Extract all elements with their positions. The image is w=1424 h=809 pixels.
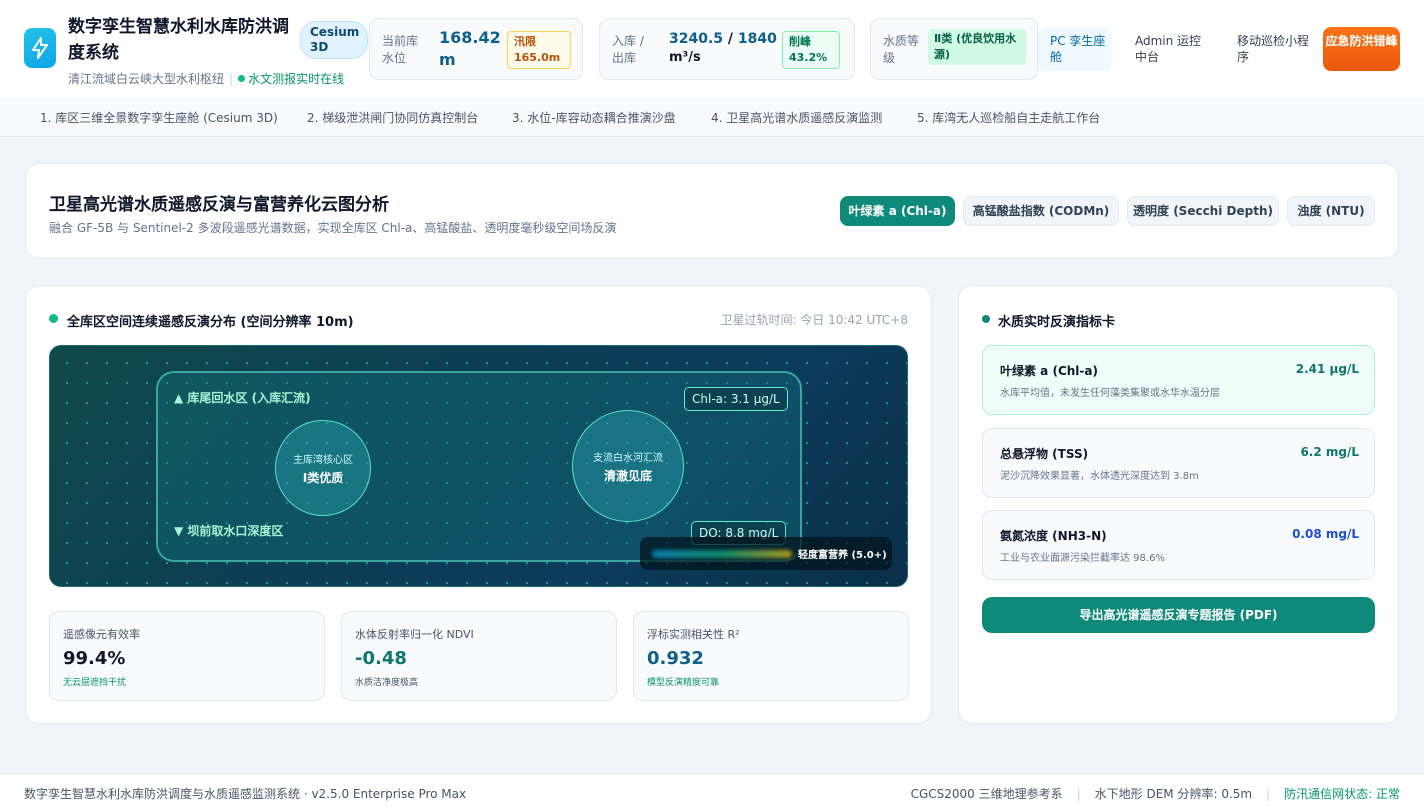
indicator-section-dot-icon <box>982 315 990 323</box>
metric-note: 模型反演精度可靠 <box>647 678 720 688</box>
core-bay-zone[interactable]: 主库湾核心区 Ⅰ类优质 <box>275 420 371 516</box>
metric-label: 水体反射率归一化 NDVI <box>355 628 474 641</box>
flood-limit-badge: 汛限 165.0m <box>507 31 571 69</box>
legend-gradient-bar <box>652 550 792 558</box>
tributary-grade: 清澈见底 <box>603 468 652 483</box>
footer-crs: CGCS2000 三维地理参考系 <box>910 787 1063 801</box>
metric-ndvi: 水体反射率归一化 NDVI -0.48 水质洁净度极高 <box>341 611 617 701</box>
pc-cockpit-link[interactable]: PC 孪生座舱 <box>1038 27 1111 71</box>
indicator-section-title: 水质实时反演指标卡 <box>998 315 1116 330</box>
metric-pixel-validity: 遥感像元有效率 99.4% 无云层遮挡干扰 <box>49 611 325 701</box>
indicator-name: 叶绿素 a (Chl-a) <box>1000 364 1098 378</box>
metric-buoy-correlation: 浮标实测相关性 R² 0.932 模型反演精度可靠 <box>633 611 909 701</box>
tab-gate-control[interactable]: 2. 梯级泄洪闸门协同仿真控制台 <box>307 109 478 126</box>
quality-label: 水质等级 <box>883 34 920 65</box>
core-bay-label: 主库湾核心区 <box>293 454 353 466</box>
indicator-desc: 泥沙沉降效果显著，水体透光深度达到 3.8m <box>1000 471 1199 482</box>
metric-value: -0.48 <box>355 648 407 669</box>
water-level-card: 当前库水位 168.42 m 汛限 165.0m <box>369 18 583 80</box>
water-level-value: 168.42 m <box>439 28 501 69</box>
metric-note: 无云层遮挡干扰 <box>63 678 127 688</box>
lightning-logo-icon <box>24 28 56 68</box>
metric-label: 遥感像元有效率 <box>63 628 140 641</box>
mobile-inspection-link[interactable]: 移动巡检小程序 <box>1237 33 1309 65</box>
analysis-title: 卫星高光谱水质遥感反演与富营养化云图分析 <box>49 195 389 215</box>
live-status: 水文测报实时在线 <box>248 72 345 86</box>
indicator-card-nh3n[interactable]: 氨氮浓度 (NH3-N) 0.08 mg/L 工业与农业面源污染拦截率达 98.… <box>982 510 1375 580</box>
footer-dem: 水下地形 DEM 分辨率: 0.5m <box>1094 787 1253 801</box>
remote-sensing-map[interactable]: ▲ 库尾回水区 (入库汇流) ▼ 坝前取水口深度区 Chl-a: 3.1 μg/… <box>49 345 908 587</box>
legend-label: 轻度富营养 (5.0+) <box>798 550 887 561</box>
live-dot-icon <box>238 75 246 82</box>
tributary-label: 支流白水河汇流 <box>593 452 663 464</box>
map-section-title: 全库区空间连续遥感反演分布 (空间分辨率 10m) <box>67 315 354 330</box>
flow-unit: m³/s <box>669 50 701 65</box>
footer-comm-status: 防汛通信网状态: 正常 <box>1284 787 1400 801</box>
quality-grade-badge: Ⅱ类 (优良饮用水源) <box>928 29 1026 65</box>
export-report-button[interactable]: 导出高光谱遥感反演专题报告 (PDF) <box>982 597 1375 633</box>
flow-card: 入库 / 出库 3240.5 / 1840 m³/s 削峰 43.2% <box>599 18 855 80</box>
quality-card: 水质等级 Ⅱ类 (优良饮用水源) <box>870 18 1038 80</box>
app-header: 数字孪生智慧水利水库防洪调度系统 Cesium 3D 清江流域白云峡大型水利枢纽… <box>0 0 1424 97</box>
indicator-desc: 水库平均值，未发生任何藻类集聚或水华水温分层 <box>1000 388 1220 399</box>
water-level-label: 当前库水位 <box>382 34 419 65</box>
tributary-confluence-zone[interactable]: 支流白水河汇流 清澈见底 <box>572 410 684 522</box>
map-section-dot-icon <box>49 314 58 323</box>
project-name: 清江流域白云峡大型水利枢纽 <box>68 72 225 86</box>
map-legend: 轻度富营养 (5.0+) <box>640 537 892 570</box>
app-title: 数字孪生智慧水利水库防洪调度系统 <box>68 17 289 63</box>
chip-chlorophyll[interactable]: 叶绿素 a (Chl-a) <box>840 196 955 226</box>
indicator-value: 2.41 μg/L <box>1295 362 1359 376</box>
metric-label: 浮标实测相关性 R² <box>647 628 740 641</box>
chip-turbidity[interactable]: 浊度 (NTU) <box>1287 196 1375 226</box>
indicator-name: 氨氮浓度 (NH3-N) <box>1000 529 1107 543</box>
indicator-value: 6.2 mg/L <box>1300 445 1359 459</box>
metric-note: 水质洁净度极高 <box>355 678 419 688</box>
chip-codmn[interactable]: 高锰酸盐指数 (CODMn) <box>963 196 1119 226</box>
indicator-desc: 工业与农业面源污染拦截率达 98.6% <box>1000 553 1165 564</box>
analysis-subtitle: 融合 GF-5B 与 Sentinel-2 多波段遥感光谱数据，实现全库区 Ch… <box>49 221 617 235</box>
footer-status: CGCS2000 三维地理参考系 | 水下地形 DEM 分辨率: 0.5m | 防汛通信… <box>910 787 1400 801</box>
tab-water-quality-remote-sensing[interactable]: 4. 卫星高光谱水质遥感反演监测 <box>711 109 882 126</box>
zone-dam-label: ▼ 坝前取水口深度区 <box>174 524 284 538</box>
indicator-value: 0.08 mg/L <box>1292 527 1359 541</box>
chl-a-readout: Chl-a: 3.1 μg/L <box>684 387 788 411</box>
flow-label: 入库 / 出库 <box>612 34 644 65</box>
zone-upstream-label: ▲ 库尾回水区 (入库汇流) <box>174 391 311 405</box>
satellite-pass-time: 卫星过轨时间: 今日 10:42 UTC+8 <box>720 313 908 327</box>
metric-value: 99.4% <box>63 648 126 669</box>
core-bay-grade: Ⅰ类优质 <box>302 470 344 485</box>
module-tabs: 1. 库区三维全景数字孪生座舱 (Cesium 3D) 2. 梯级泄洪闸门协同仿… <box>0 97 1424 137</box>
flow-value: 3240.5 / 1840 <box>669 31 777 47</box>
app-subtitle: 清江流域白云峡大型水利枢纽 | 水文测报实时在线 <box>68 72 345 86</box>
indicator-name: 总悬浮物 (TSS) <box>1000 447 1089 461</box>
chip-secchi-depth[interactable]: 透明度 (Secchi Depth) <box>1127 196 1279 226</box>
metric-value: 0.932 <box>647 648 704 669</box>
tab-reservoir-sandbox[interactable]: 3. 水位-库容动态耦合推演沙盘 <box>512 109 676 126</box>
footer-version: 数字孪生智慧水利水库防洪调度与水质遥感监测系统 · v2.5.0 Enterpr… <box>24 787 467 801</box>
emergency-flood-button[interactable]: 应急防洪错峰 <box>1323 27 1400 71</box>
peak-shaving-badge: 削峰 43.2% <box>782 31 840 69</box>
tab-unmanned-boat[interactable]: 5. 库湾无人巡检船自主走航工作台 <box>917 109 1100 126</box>
admin-console-link[interactable]: Admin 运控中台 <box>1135 33 1210 65</box>
tab-cesium-cockpit[interactable]: 1. 库区三维全景数字孪生座舱 (Cesium 3D) <box>40 109 278 126</box>
cesium-tag: Cesium 3D <box>300 21 368 59</box>
indicator-card-tss[interactable]: 总悬浮物 (TSS) 6.2 mg/L 泥沙沉降效果显著，水体透光深度达到 3.… <box>982 428 1375 498</box>
app-footer: 数字孪生智慧水利水库防洪调度与水质遥感监测系统 · v2.5.0 Enterpr… <box>0 773 1424 809</box>
indicator-card-chl-a[interactable]: 叶绿素 a (Chl-a) 2.41 μg/L 水库平均值，未发生任何藻类集聚或… <box>982 345 1375 415</box>
